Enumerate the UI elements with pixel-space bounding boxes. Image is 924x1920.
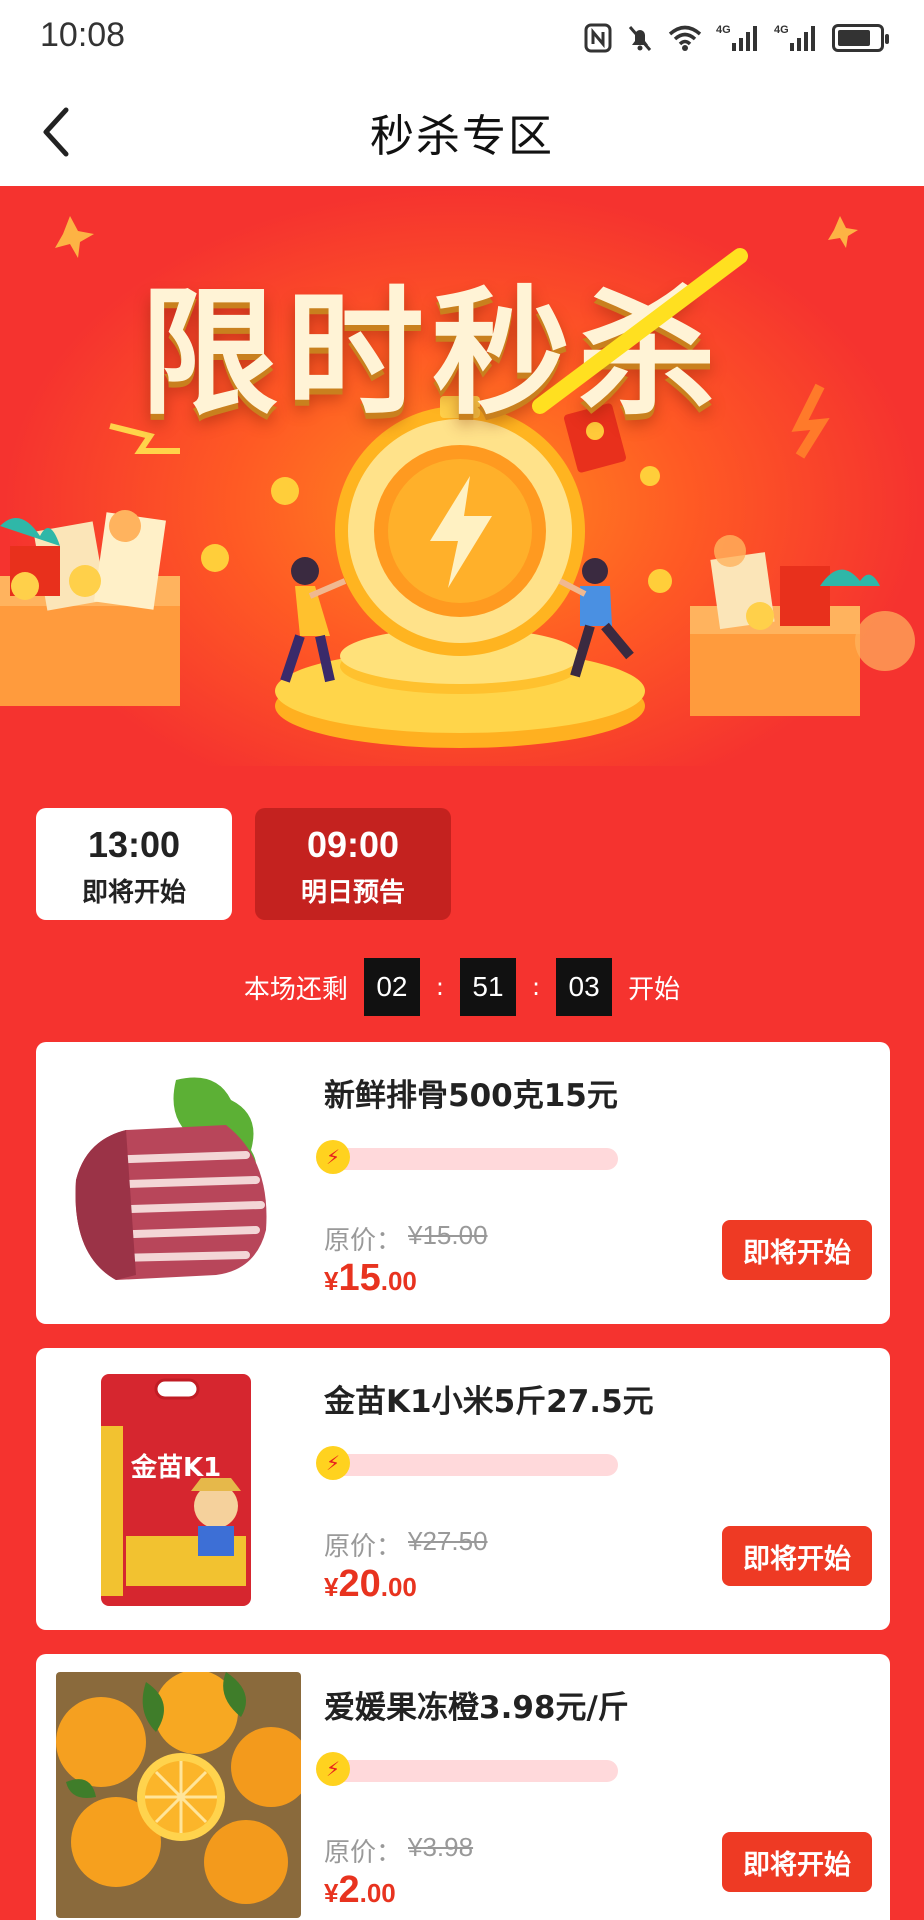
original-price: ¥27.50 xyxy=(408,1526,488,1556)
progress-track xyxy=(330,1454,618,1476)
slash-decoration xyxy=(532,248,748,414)
progress-bar: ⚡ xyxy=(316,1752,618,1786)
currency-symbol: ¥ xyxy=(324,1878,339,1908)
progress-bar: ⚡ xyxy=(316,1446,618,1480)
coming-soon-button[interactable]: 即将开始 xyxy=(722,1220,872,1280)
mute-bell-icon xyxy=(626,20,654,56)
battery-level xyxy=(838,30,870,46)
product-name: 金苗K1小米5斤27.5元 xyxy=(324,1384,654,1420)
countdown-separator: : xyxy=(532,973,541,1001)
nfc-icon xyxy=(584,20,612,56)
session-tab-0900[interactable]: 09:00 明日预告 xyxy=(255,808,451,920)
signal-label: 4G xyxy=(774,24,789,36)
coming-soon-button[interactable]: 即将开始 xyxy=(722,1526,872,1586)
countdown-separator: : xyxy=(435,973,444,1001)
session-label: 即将开始 xyxy=(81,878,186,908)
product-card[interactable]: 爱媛果冻橙3.98元/斤 ⚡ 原价： ¥3.98 ¥2.00 即将开始 xyxy=(36,1654,890,1920)
lightning-icon: ⚡ xyxy=(316,1140,350,1174)
price-decimal: .00 xyxy=(380,1266,417,1296)
sale-price: ¥2.00 xyxy=(324,1869,396,1912)
status-icons: 4G 4G xyxy=(584,20,889,56)
session-time: 09:00 xyxy=(306,824,400,865)
product-name: 新鲜排骨500克15元 xyxy=(324,1078,618,1114)
product-card[interactable]: 新鲜排骨500克15元 ⚡ 原价： ¥15.00 ¥15.00 即将开始 xyxy=(36,1042,890,1324)
original-price-label: 原价： xyxy=(324,1838,403,1868)
sale-price: ¥20.00 xyxy=(324,1563,417,1606)
wifi-icon xyxy=(668,20,702,56)
original-price: ¥3.98 xyxy=(408,1832,474,1862)
currency-symbol: ¥ xyxy=(324,1266,339,1296)
session-time: 13:00 xyxy=(87,824,181,865)
countdown-minutes: 51 xyxy=(460,958,516,1016)
price-decimal: .00 xyxy=(380,1572,417,1602)
oranges-image xyxy=(56,1672,301,1918)
coming-soon-button[interactable]: 即将开始 xyxy=(722,1832,872,1892)
millet-bag-image: 金苗K1 xyxy=(56,1366,301,1612)
lightning-icon: ⚡ xyxy=(316,1752,350,1786)
countdown-prefix: 本场还剩 xyxy=(243,974,348,1005)
session-tab-1300[interactable]: 13:00 即将开始 xyxy=(36,808,232,920)
session-label: 明日预告 xyxy=(300,878,405,908)
pork-ribs-image xyxy=(56,1060,301,1306)
product-card[interactable]: 金苗K1 金苗K1小米5斤27.5元 ⚡ 原价： ¥27.50 ¥20.00 即… xyxy=(36,1348,890,1630)
currency-symbol: ¥ xyxy=(324,1572,339,1602)
original-price-label: 原价： xyxy=(324,1226,403,1256)
price-decimal: .00 xyxy=(359,1878,396,1908)
price-integer: 20 xyxy=(338,1563,381,1605)
signal-label: 4G xyxy=(716,24,731,36)
countdown: 本场还剩 02 : 51 : 03 开始 xyxy=(0,958,924,1016)
signal-4g-icon: 4G xyxy=(774,20,818,56)
lightning-icon: ⚡ xyxy=(316,1446,350,1480)
header: 秒杀专区 xyxy=(0,76,924,186)
banner: 限时秒杀 xyxy=(0,186,924,766)
progress-track xyxy=(330,1760,618,1782)
status-time: 10:08 xyxy=(40,16,126,54)
signal-4g-icon: 4G xyxy=(716,20,760,56)
page-title: 秒杀专区 xyxy=(370,111,554,162)
progress-track xyxy=(330,1148,618,1170)
bag-brand-text: 金苗K1 xyxy=(130,1452,221,1483)
price-integer: 15 xyxy=(338,1257,381,1299)
progress-bar: ⚡ xyxy=(316,1140,618,1174)
battery-icon xyxy=(832,20,889,56)
countdown-suffix: 开始 xyxy=(628,974,681,1005)
original-price-label: 原价： xyxy=(324,1532,403,1562)
status-bar: 10:08 4G 4G xyxy=(0,0,924,76)
original-price: ¥15.00 xyxy=(408,1220,488,1250)
sale-price: ¥15.00 xyxy=(324,1257,417,1300)
countdown-hours: 02 xyxy=(363,958,420,1016)
product-name: 爱媛果冻橙3.98元/斤 xyxy=(324,1690,629,1726)
countdown-seconds: 03 xyxy=(556,958,613,1016)
price-integer: 2 xyxy=(338,1869,360,1911)
